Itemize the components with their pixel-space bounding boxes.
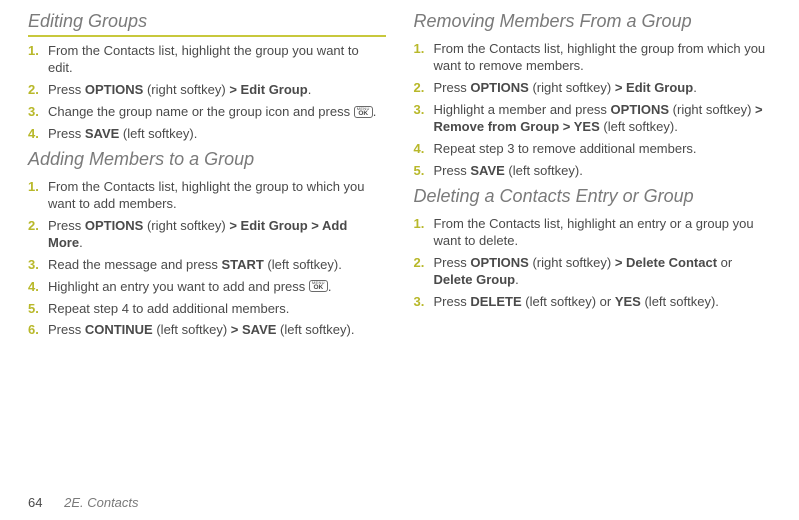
heading-removing-members: Removing Members From a Group	[414, 10, 772, 35]
step-text: Press OPTIONS (right softkey) > Edit Gro…	[48, 82, 386, 99]
step-item: 1.From the Contacts list, highlight the …	[28, 43, 386, 77]
step-text: From the Contacts list, highlight an ent…	[434, 216, 772, 250]
heading-editing-groups: Editing Groups	[28, 10, 386, 37]
step-text: Press OPTIONS (right softkey) > Delete C…	[434, 255, 772, 289]
step-number: 2.	[414, 80, 434, 97]
step-text: Repeat step 4 to add additional members.	[48, 301, 386, 318]
step-text: Change the group name or the group icon …	[48, 104, 386, 121]
step-item: 4.Press SAVE (left softkey).	[28, 126, 386, 143]
step-item: 5.Press SAVE (left softkey).	[414, 163, 772, 180]
step-text: Press CONTINUE (left softkey) > SAVE (le…	[48, 322, 386, 339]
step-number: 1.	[28, 43, 48, 60]
step-text: From the Contacts list, highlight the gr…	[434, 41, 772, 75]
step-number: 6.	[28, 322, 48, 339]
left-column: Editing Groups 1.From the Contacts list,…	[28, 10, 386, 344]
step-number: 5.	[414, 163, 434, 180]
step-text: Highlight a member and press OPTIONS (ri…	[434, 102, 772, 136]
step-number: 1.	[414, 41, 434, 58]
step-text: Highlight an entry you want to add and p…	[48, 279, 386, 296]
step-text: Press SAVE (left softkey).	[48, 126, 386, 143]
step-item: 3.Change the group name or the group ico…	[28, 104, 386, 121]
footer: 64 2E. Contacts	[28, 495, 139, 512]
step-item: 1.From the Contacts list, highlight an e…	[414, 216, 772, 250]
step-number: 5.	[28, 301, 48, 318]
step-text: From the Contacts list, highlight the gr…	[48, 43, 386, 77]
step-number: 1.	[414, 216, 434, 233]
heading-adding-members: Adding Members to a Group	[28, 148, 386, 173]
step-item: 6.Press CONTINUE (left softkey) > SAVE (…	[28, 322, 386, 339]
step-item: 2.Press OPTIONS (right softkey) > Delete…	[414, 255, 772, 289]
step-number: 2.	[28, 218, 48, 235]
step-item: 3.Read the message and press START (left…	[28, 257, 386, 274]
step-number: 4.	[28, 126, 48, 143]
step-item: 1.From the Contacts list, highlight the …	[28, 179, 386, 213]
columns: Editing Groups 1.From the Contacts list,…	[28, 10, 771, 344]
steps-removing-members: 1.From the Contacts list, highlight the …	[414, 41, 772, 179]
step-number: 1.	[28, 179, 48, 196]
steps-editing-groups: 1.From the Contacts list, highlight the …	[28, 43, 386, 142]
step-number: 2.	[28, 82, 48, 99]
ok-button-icon: MENUOK	[309, 280, 328, 292]
step-number: 3.	[414, 294, 434, 311]
step-text: Press SAVE (left softkey).	[434, 163, 772, 180]
step-item: 2.Press OPTIONS (right softkey) > Edit G…	[28, 82, 386, 99]
step-item: 4.Highlight an entry you want to add and…	[28, 279, 386, 296]
step-number: 2.	[414, 255, 434, 272]
step-text: Read the message and press START (left s…	[48, 257, 386, 274]
step-item: 4.Repeat step 3 to remove additional mem…	[414, 141, 772, 158]
step-text: Press OPTIONS (right softkey) > Edit Gro…	[434, 80, 772, 97]
step-text: Press OPTIONS (right softkey) > Edit Gro…	[48, 218, 386, 252]
page: Editing Groups 1.From the Contacts list,…	[0, 0, 799, 520]
footer-label: 2E. Contacts	[64, 495, 138, 510]
step-number: 3.	[414, 102, 434, 119]
step-item: 1.From the Contacts list, highlight the …	[414, 41, 772, 75]
step-text: From the Contacts list, highlight the gr…	[48, 179, 386, 213]
step-item: 3.Highlight a member and press OPTIONS (…	[414, 102, 772, 136]
step-item: 2.Press OPTIONS (right softkey) > Edit G…	[28, 218, 386, 252]
step-text: Repeat step 3 to remove additional membe…	[434, 141, 772, 158]
step-item: 2.Press OPTIONS (right softkey) > Edit G…	[414, 80, 772, 97]
steps-adding-members: 1.From the Contacts list, highlight the …	[28, 179, 386, 339]
right-column: Removing Members From a Group 1.From the…	[414, 10, 772, 344]
step-item: 5.Repeat step 4 to add additional member…	[28, 301, 386, 318]
steps-deleting: 1.From the Contacts list, highlight an e…	[414, 216, 772, 310]
ok-button-icon: MENUOK	[354, 106, 373, 118]
step-number: 3.	[28, 257, 48, 274]
step-number: 3.	[28, 104, 48, 121]
page-number: 64	[28, 495, 42, 510]
step-number: 4.	[414, 141, 434, 158]
step-text: Press DELETE (left softkey) or YES (left…	[434, 294, 772, 311]
step-item: 3.Press DELETE (left softkey) or YES (le…	[414, 294, 772, 311]
step-number: 4.	[28, 279, 48, 296]
heading-deleting: Deleting a Contacts Entry or Group	[414, 185, 772, 210]
